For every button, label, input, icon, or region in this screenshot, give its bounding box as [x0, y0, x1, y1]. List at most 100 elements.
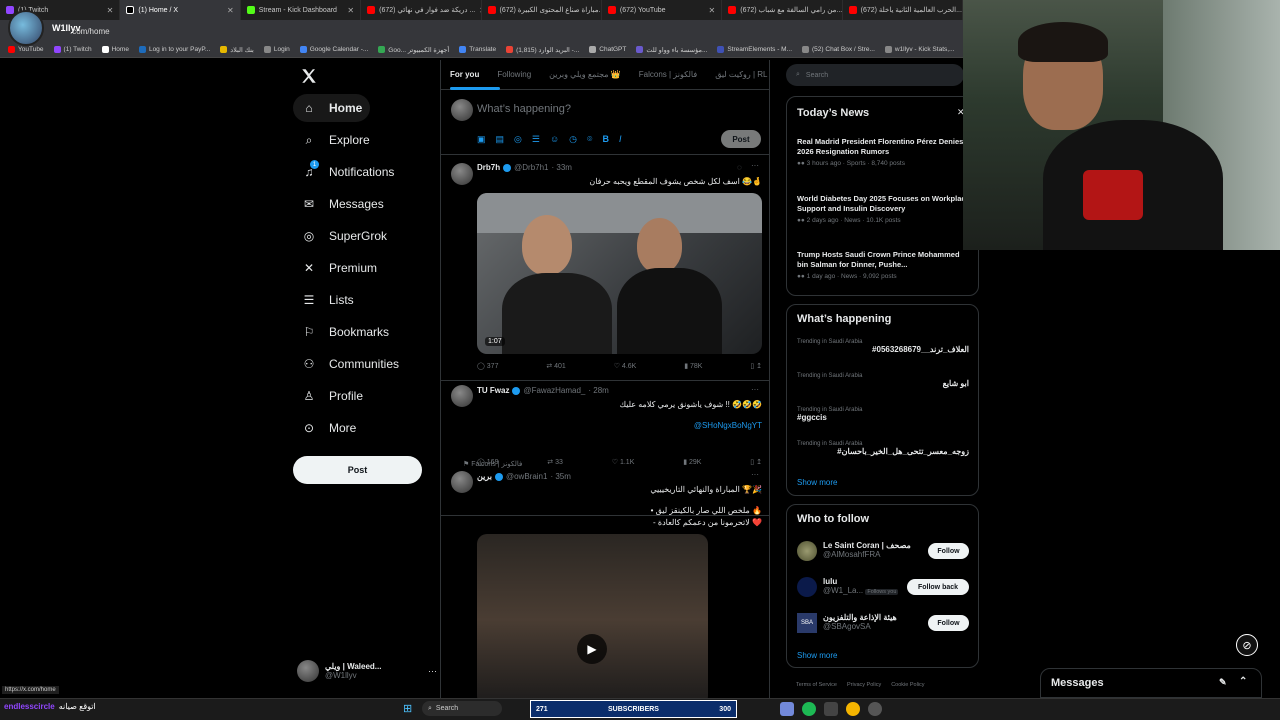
nav-item-notifications[interactable]: ♫ Notifications 1 [293, 158, 402, 186]
browser-tab[interactable]: Stream - Kick Dashboard ✕ [241, 0, 362, 20]
close-tab-icon[interactable]: ✕ [709, 6, 716, 15]
discord-icon[interactable] [780, 702, 794, 716]
more-dots-icon[interactable]: ··· [428, 666, 437, 676]
bookmark-item[interactable]: مؤسسة باء وواو للت... [636, 46, 707, 54]
app-icon[interactable] [868, 702, 882, 716]
footer-link[interactable]: Privacy Policy [847, 682, 881, 688]
browser-tab[interactable]: (672) YouTube ✕ [602, 0, 723, 20]
browser-tab[interactable]: (672) الحرب العالمية الثانية ياخلة...✕ [843, 0, 963, 20]
more-dots-icon[interactable]: ··· [751, 385, 759, 394]
trend-item[interactable]: Trending in Saudi Arabia #ggccis [797, 407, 969, 422]
italic-icon[interactable]: I [619, 134, 622, 145]
tab-community[interactable]: مجتمع ويلي وبرين 👑 [549, 70, 621, 79]
grok-icon[interactable]: ◌ [737, 163, 742, 172]
bookmark-item[interactable]: Translate [459, 46, 496, 53]
tweet-author[interactable]: Drb7h [477, 163, 500, 172]
repost-action[interactable]: ⇄ 401 [546, 362, 566, 370]
bookmark-item[interactable]: ChatGPT [589, 46, 626, 53]
bookmark-icon[interactable]: ▯ ↥ [750, 362, 762, 370]
bookmark-item[interactable]: (52) Chat Box / Stre... [802, 46, 875, 53]
close-tab-icon[interactable]: ✕ [347, 6, 354, 15]
bookmark-item[interactable]: (1,815) البريد الوارد -... [506, 46, 579, 54]
tweet[interactable]: Drb7h @Drb7h1 · 33m ◌ ··· اسف لكل شخص يش… [441, 155, 769, 381]
nav-item-more[interactable]: ⊙ More [293, 414, 364, 442]
composer-input[interactable]: What’s happening? [477, 103, 571, 115]
more-dots-icon[interactable]: ··· [751, 161, 759, 170]
poll-icon[interactable]: ☰ [532, 134, 540, 145]
browser-tab[interactable]: (672) من رامي السالفة مع شباب...✕ [722, 0, 843, 20]
tab-following[interactable]: Following [497, 70, 531, 79]
nav-item-messages[interactable]: ✉ Messages [293, 190, 392, 218]
like-action[interactable]: ♡ 4.6K [614, 362, 637, 370]
nav-item-bookmarks[interactable]: ⚐ Bookmarks [293, 318, 397, 346]
composer-post-button[interactable]: Post [721, 130, 761, 148]
news-item[interactable]: Trump Hosts Saudi Crown Prince Mohammed … [797, 250, 972, 280]
bookmark-item[interactable]: بنك البلاد [220, 46, 254, 54]
nav-item-home[interactable]: ⌂ Home [293, 94, 371, 122]
bookmark-item[interactable]: YouTube [8, 46, 44, 53]
browser-tab[interactable]: (672) دريكة ضد فواز في نهائي ...✕ [361, 0, 482, 20]
tweet-video[interactable]: ▶ [477, 534, 708, 700]
avatar[interactable] [797, 577, 817, 597]
post-button[interactable]: Post [293, 456, 422, 484]
x-logo-icon[interactable] [300, 67, 318, 85]
sba-logo-icon[interactable]: SBA [797, 613, 817, 633]
account-switcher[interactable]: ويلي | Waleed... @W1llyv ··· [297, 657, 437, 685]
bookmark-item[interactable]: Home [101, 46, 129, 53]
bookmark-item[interactable]: Google Calendar -... [299, 46, 368, 53]
footer-link[interactable]: Cookie Policy [891, 682, 924, 688]
browser-tab[interactable]: (672) مباراة صناع المحتوى الكبيرة...✕ [482, 0, 602, 20]
follow-button[interactable]: Follow [928, 543, 969, 559]
search-input[interactable]: ⌕ Search [786, 64, 964, 86]
close-tab-icon[interactable]: ✕ [107, 6, 114, 15]
chrome-icon[interactable] [846, 702, 860, 716]
grok-floating-icon[interactable]: ⊘ [1236, 634, 1258, 656]
reply-action[interactable]: ◯ 377 [477, 362, 498, 370]
avatar[interactable] [451, 471, 473, 493]
play-icon[interactable]: ▶ [577, 634, 607, 664]
nav-item-profile[interactable]: ♙ Profile [293, 382, 371, 410]
close-tab-icon[interactable]: ✕ [227, 6, 234, 15]
follow-name[interactable]: Le Saint Coran | مصحف [823, 541, 923, 550]
bookmark-item[interactable]: w1llyv - Kick Stats,... [884, 46, 954, 53]
tab-rocket-league[interactable]: روكيت ليق | RL [715, 70, 767, 79]
footer-link[interactable]: Terms of Service [796, 682, 837, 688]
grok-icon[interactable]: ◎ [514, 134, 522, 145]
follow-button[interactable]: Follow [928, 615, 969, 631]
tweet-handle[interactable]: @Drb7h1 [514, 163, 548, 172]
nav-item-communities[interactable]: ⚇ Communities [293, 350, 407, 378]
bookmark-item[interactable]: Log in to your PayP... [138, 46, 210, 53]
avatar[interactable] [451, 163, 473, 185]
bookmark-item[interactable]: Goo... أجهزة الكمبيوتر [378, 46, 449, 54]
tweet-author[interactable]: برين [477, 472, 492, 481]
bookmark-item[interactable]: StreamElements - M... [717, 46, 792, 53]
avatar[interactable] [797, 541, 817, 561]
news-item[interactable]: Real Madrid President Florentino Pérez D… [797, 137, 969, 167]
bookmark-item[interactable]: Login [263, 46, 290, 53]
follow-name[interactable]: هيئة الإذاعة والتلفزيون [823, 613, 923, 622]
schedule-icon[interactable]: ◷ [569, 134, 577, 145]
avatar[interactable] [451, 385, 473, 407]
bookmark-item[interactable]: (1) Twitch [53, 46, 92, 53]
address-bar[interactable]: .com/home [0, 20, 963, 42]
location-icon[interactable]: ⌾ [587, 134, 592, 145]
trend-item[interactable]: Trending in Saudi Arabia #العلاف_ترند__0… [797, 339, 969, 354]
browser-tab-active[interactable]: (1) Home / X ✕ [120, 0, 241, 20]
app-icon[interactable] [824, 702, 838, 716]
new-message-icon[interactable]: ✎ [1219, 677, 1227, 688]
show-more-link[interactable]: Show more [797, 478, 837, 487]
tweet-time[interactable]: · 35m [550, 472, 570, 481]
taskbar-search[interactable]: ⌕ Search [422, 701, 502, 716]
tweet-author[interactable]: TU Fwaz [477, 386, 509, 395]
spotify-icon[interactable] [802, 702, 816, 716]
nav-item-supergrok[interactable]: ◎ SuperGrok [293, 222, 395, 250]
follow-back-button[interactable]: Follow back [907, 579, 969, 595]
nav-item-premium[interactable]: ✕ Premium [293, 254, 385, 282]
tweet[interactable]: ⚑ Falcons | فالكونز برين @owBrain1 · 35m… [441, 456, 769, 700]
nav-item-explore[interactable]: ⌕ Explore [293, 126, 378, 154]
gif-icon[interactable]: ▤ [496, 134, 505, 145]
trend-item[interactable]: Trending in Saudi Arabia ابو شايع [797, 373, 969, 388]
tweet-handle[interactable]: @owBrain1 [506, 472, 547, 481]
views-action[interactable]: ▮ 78K [684, 362, 702, 370]
tweet-video[interactable]: 1:07 [477, 193, 762, 354]
